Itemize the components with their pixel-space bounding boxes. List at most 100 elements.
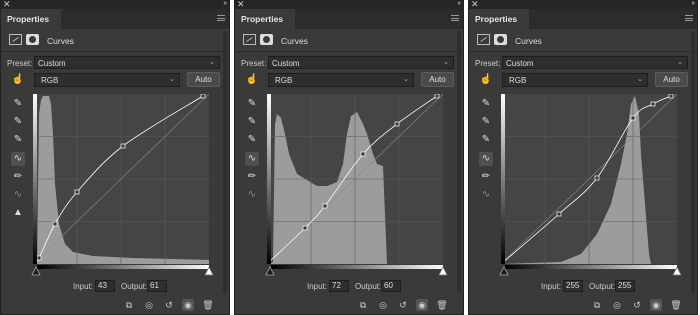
channel-dropdown[interactable]: RGB ⌄ — [502, 73, 648, 87]
gray-point-eyedropper-icon[interactable]: ✎ — [11, 115, 25, 129]
smooth-curve-icon[interactable]: ∿ — [479, 188, 493, 202]
panel-titlebar[interactable]: ✕ ›› — [469, 1, 697, 9]
visibility-eye-icon[interactable]: ◉ — [416, 299, 428, 311]
white-point-eyedropper-icon[interactable]: ✎ — [11, 133, 25, 147]
clip-to-layer-icon[interactable]: ⧉ — [591, 299, 603, 311]
adjustment-type-row: Curves — [235, 31, 463, 49]
curve-point[interactable] — [360, 151, 366, 157]
pencil-draw-icon[interactable]: ✏ — [479, 170, 493, 184]
curve-point[interactable] — [74, 189, 80, 195]
reset-icon[interactable]: ↺ — [631, 299, 643, 311]
scrollbar[interactable] — [457, 31, 461, 293]
white-point-slider[interactable] — [672, 266, 682, 276]
clip-to-layer-icon[interactable]: ⧉ — [123, 299, 135, 311]
white-point-eyedropper-icon[interactable]: ✎ — [479, 133, 493, 147]
view-previous-state-icon[interactable]: ◎ — [143, 299, 155, 311]
output-field[interactable]: 61 — [147, 280, 167, 292]
auto-button[interactable]: Auto — [655, 72, 688, 87]
preset-dropdown[interactable]: Custom ⌄ — [34, 56, 220, 69]
on-image-adjustment-icon[interactable]: ☝ — [245, 73, 259, 87]
trash-icon[interactable]: 🗑 — [670, 299, 682, 311]
white-point-eyedropper-icon[interactable]: ✎ — [245, 133, 259, 147]
trash-icon[interactable]: 🗑 — [202, 299, 214, 311]
curve-point[interactable] — [394, 121, 400, 127]
edit-points-icon[interactable]: ∿ — [245, 152, 259, 166]
smooth-curve-icon[interactable]: ∿ — [11, 188, 25, 202]
scrollbar[interactable] — [691, 31, 695, 293]
white-point-slider[interactable] — [438, 266, 448, 276]
pencil-draw-icon[interactable]: ✏ — [11, 170, 25, 184]
preset-dropdown[interactable]: Custom ⌄ — [502, 56, 688, 69]
tab-label: Properties — [7, 14, 50, 24]
view-previous-state-icon[interactable]: ◎ — [611, 299, 623, 311]
curve-point[interactable] — [120, 143, 126, 149]
tab-bar: Properties — [235, 9, 463, 29]
gray-point-eyedropper-icon[interactable]: ✎ — [245, 115, 259, 129]
edit-points-icon[interactable]: ∿ — [479, 152, 493, 166]
tab-properties[interactable]: Properties — [1, 9, 61, 29]
panel-titlebar[interactable]: ✕ ›› — [1, 1, 229, 9]
gray-point-eyedropper-icon[interactable]: ✎ — [479, 115, 493, 129]
auto-button[interactable]: Auto — [421, 72, 454, 87]
curve-point[interactable] — [322, 203, 328, 209]
black-point-slider[interactable] — [265, 266, 275, 276]
trash-icon[interactable]: 🗑 — [436, 299, 448, 311]
view-previous-state-icon[interactable]: ◎ — [377, 299, 389, 311]
scrollbar[interactable] — [223, 31, 227, 293]
curve-point[interactable] — [200, 94, 206, 99]
black-point-eyedropper-icon[interactable]: ✎ — [245, 97, 259, 111]
clipping-warning-icon[interactable]: ▲ — [11, 206, 25, 220]
panel-footer: ⧉ ◎ ↺ ◉ 🗑 — [1, 295, 229, 314]
properties-panel-1: ✕ ›› Properties Curves Preset: Custom ⌄ … — [0, 0, 230, 315]
black-point-slider[interactable] — [499, 266, 509, 276]
tab-properties[interactable]: Properties — [235, 9, 295, 29]
edit-points-icon[interactable]: ∿ — [11, 152, 25, 166]
on-image-adjustment-icon[interactable]: ☝ — [11, 73, 25, 87]
white-point-slider[interactable] — [204, 266, 214, 276]
curve-point[interactable] — [668, 94, 674, 99]
curves-graph[interactable] — [267, 94, 443, 264]
curves-graph[interactable] — [501, 94, 677, 264]
curve-point[interactable] — [556, 211, 562, 217]
curve-point[interactable] — [434, 94, 440, 99]
input-field[interactable]: 255 — [563, 280, 583, 292]
black-point-slider[interactable] — [31, 266, 41, 276]
curve-point[interactable] — [52, 221, 58, 227]
smooth-curve-icon[interactable]: ∿ — [245, 188, 259, 202]
panel-titlebar[interactable]: ✕ ›› — [235, 1, 463, 9]
curves-adjustment-icon[interactable] — [9, 34, 22, 45]
reset-icon[interactable]: ↺ — [163, 299, 175, 311]
layer-mask-icon[interactable] — [494, 34, 507, 45]
curves-graph[interactable] — [33, 94, 209, 264]
tab-properties[interactable]: Properties — [469, 9, 529, 29]
layer-mask-icon[interactable] — [260, 34, 273, 45]
black-point-eyedropper-icon[interactable]: ✎ — [479, 97, 493, 111]
curve-point[interactable] — [594, 175, 600, 181]
visibility-eye-icon[interactable]: ◉ — [650, 299, 662, 311]
curves-adjustment-icon[interactable] — [477, 34, 490, 45]
clip-to-layer-icon[interactable]: ⧉ — [357, 299, 369, 311]
curve-point[interactable] — [302, 225, 308, 231]
output-field[interactable]: 60 — [381, 280, 401, 292]
layer-mask-icon[interactable] — [26, 34, 39, 45]
curve-point[interactable] — [650, 101, 656, 107]
preset-dropdown[interactable]: Custom ⌄ — [268, 56, 454, 69]
output-field[interactable]: 255 — [615, 280, 635, 292]
panel-menu-icon[interactable] — [217, 15, 225, 21]
auto-button[interactable]: Auto — [187, 72, 220, 87]
curve-point[interactable] — [630, 115, 636, 121]
reset-icon[interactable]: ↺ — [397, 299, 409, 311]
curve-point[interactable] — [36, 255, 42, 261]
chevron-down-icon: ⌄ — [403, 76, 409, 83]
input-field[interactable]: 72 — [329, 280, 349, 292]
panel-menu-icon[interactable] — [451, 15, 459, 21]
channel-dropdown[interactable]: RGB ⌄ — [268, 73, 414, 87]
channel-dropdown[interactable]: RGB ⌄ — [34, 73, 180, 87]
input-field[interactable]: 43 — [95, 280, 115, 292]
curves-adjustment-icon[interactable] — [243, 34, 256, 45]
visibility-eye-icon[interactable]: ◉ — [182, 299, 194, 311]
black-point-eyedropper-icon[interactable]: ✎ — [11, 97, 25, 111]
pencil-draw-icon[interactable]: ✏ — [245, 170, 259, 184]
on-image-adjustment-icon[interactable]: ☝ — [479, 73, 493, 87]
panel-menu-icon[interactable] — [685, 15, 693, 21]
